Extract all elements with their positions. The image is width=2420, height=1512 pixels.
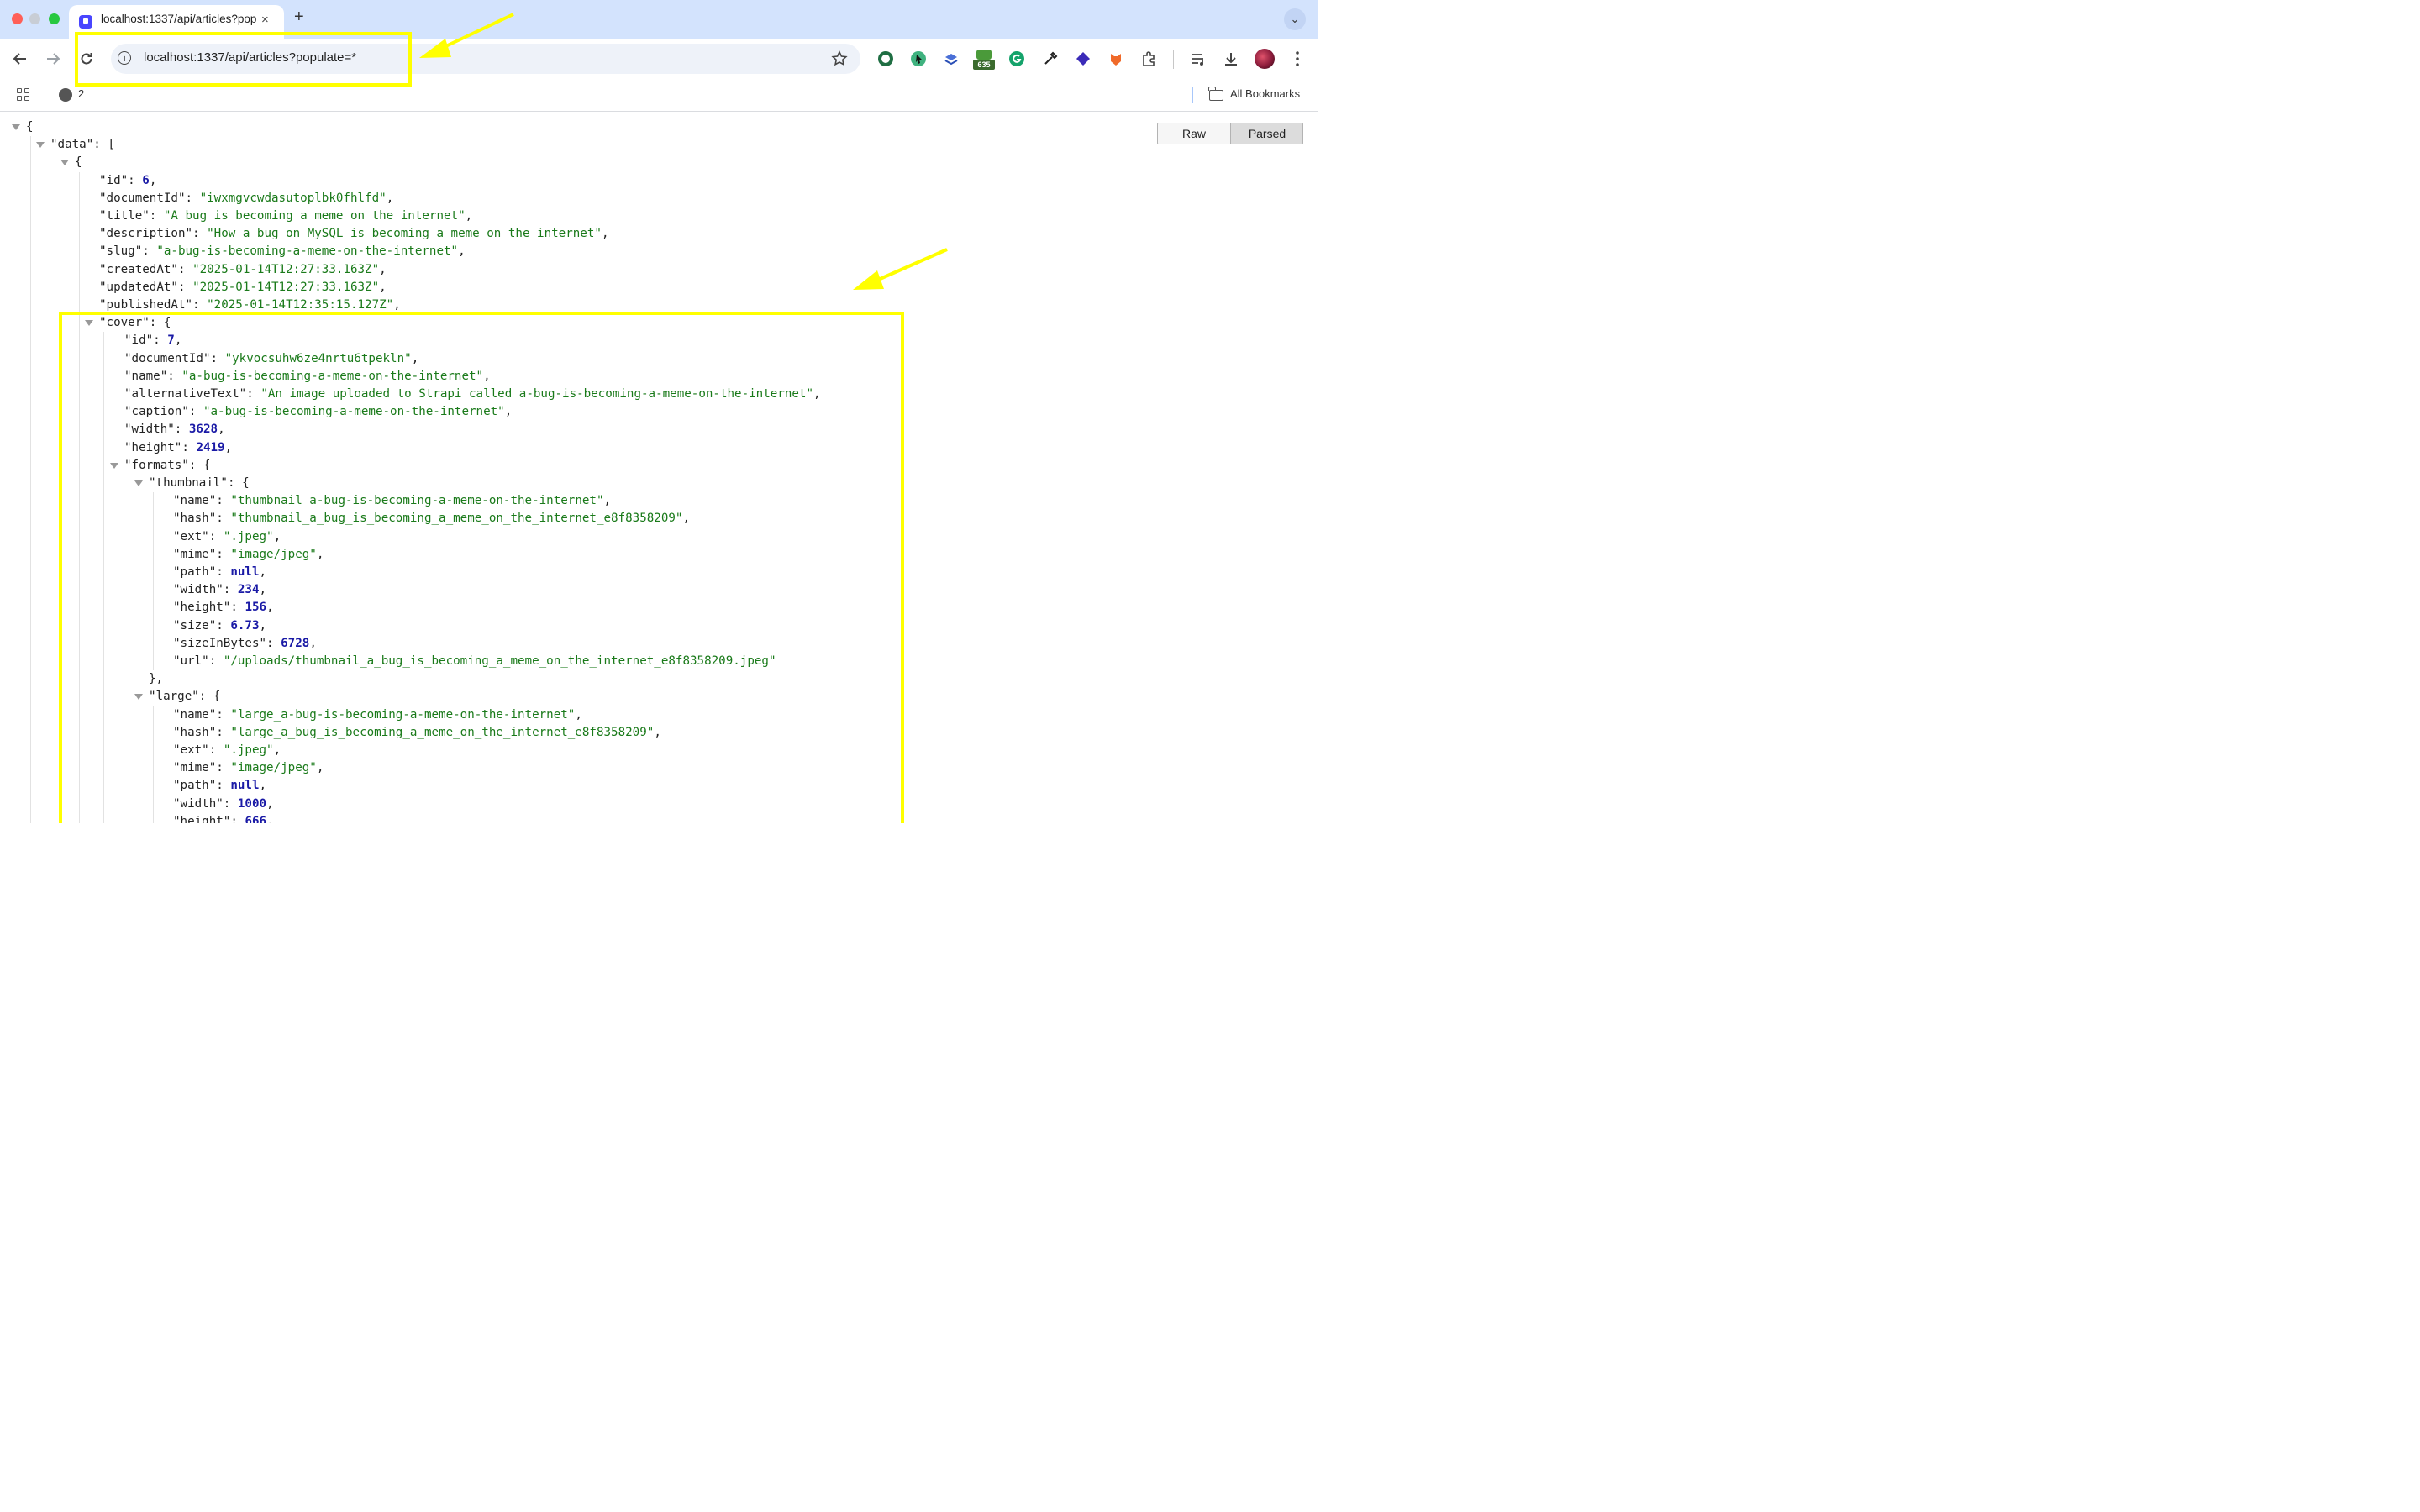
json-comma: ,: [379, 280, 387, 294]
json-line: "title": "A bug is becoming a meme on th…: [99, 207, 472, 225]
download-icon[interactable]: [1223, 50, 1239, 67]
json-colon: :: [177, 262, 193, 276]
extension-grammar-icon[interactable]: [877, 50, 894, 67]
tab-close-icon[interactable]: ×: [261, 13, 269, 27]
extension-diamond-icon[interactable]: [1075, 50, 1092, 67]
extension-fox-icon[interactable]: [1107, 50, 1124, 67]
json-line: {: [75, 154, 82, 171]
json-value: [: [108, 138, 115, 152]
json-value: 6: [142, 173, 150, 187]
globe-icon[interactable]: [59, 88, 72, 102]
all-bookmarks-link[interactable]: All Bookmarks: [1230, 87, 1300, 100]
json-key: "slug": [99, 244, 143, 259]
json-line: "id": 6,: [99, 172, 156, 190]
reading-list-icon[interactable]: [1190, 50, 1207, 67]
collapse-toggle-icon[interactable]: [36, 142, 45, 149]
json-key: "description": [99, 227, 193, 241]
forward-arrow-icon[interactable]: [45, 50, 61, 67]
json-comma: ,: [149, 173, 157, 187]
browser-window: localhost:1337/api/articles?populate=* ×…: [0, 0, 1318, 823]
bookmarks-divider-right: [1192, 87, 1193, 103]
cover-highlight-box: [59, 312, 904, 823]
json-line: "description": "How a bug on MySQL is be…: [99, 225, 608, 243]
json-value: "2025-01-14T12:27:33.163Z": [192, 262, 380, 276]
json-comma: ,: [458, 244, 466, 259]
json-colon: :: [93, 138, 108, 152]
extension-cursor-icon[interactable]: [910, 50, 927, 67]
json-colon: :: [185, 191, 200, 205]
json-colon: :: [177, 280, 193, 294]
json-line: "documentId": "iwxmgvcwdasutoplbk0fhlfd"…: [99, 190, 393, 207]
json-key: "id": [99, 173, 129, 187]
json-value: "iwxmgvcwdasutoplbk0fhlfd": [199, 191, 387, 205]
tab-search-button[interactable]: ⌄: [1284, 8, 1306, 30]
json-value: "2025-01-14T12:27:33.163Z": [192, 280, 380, 294]
bookmark-star-icon[interactable]: [831, 50, 848, 67]
json-value: "a-bug-is-becoming-a-meme-on-the-interne…: [156, 244, 459, 259]
json-value: "2025-01-14T12:35:15.127Z": [207, 298, 394, 312]
new-tab-button[interactable]: +: [294, 8, 304, 27]
json-colon: :: [128, 173, 143, 187]
json-value: "A bug is becoming a meme on the interne…: [163, 209, 466, 223]
folder-icon[interactable]: [1208, 87, 1223, 101]
json-key: "publishedAt": [99, 298, 193, 312]
view-mode-toggle: Raw Parsed: [1157, 123, 1303, 144]
json-comma: ,: [379, 262, 387, 276]
grammarly-icon[interactable]: [1008, 50, 1025, 67]
json-line: "createdAt": "2025-01-14T12:27:33.163Z",: [99, 261, 387, 279]
extension-layers-icon[interactable]: [943, 50, 960, 67]
json-line: {: [26, 118, 34, 136]
strapi-favicon-icon: [79, 15, 92, 29]
tab-group-count[interactable]: 2: [78, 87, 84, 100]
more-menu-icon[interactable]: [1291, 50, 1304, 67]
maximize-window-button[interactable]: [49, 13, 60, 24]
json-key: "updatedAt": [99, 280, 178, 294]
indent-guide: [30, 136, 31, 823]
extension-badge: 635: [973, 60, 995, 70]
json-line: "slug": "a-bug-is-becoming-a-meme-on-the…: [99, 243, 466, 260]
close-window-button[interactable]: [12, 13, 23, 24]
url-highlight-box: [75, 32, 412, 87]
color-picker-icon[interactable]: [1042, 50, 1059, 67]
collapse-toggle-icon[interactable]: [12, 124, 20, 130]
minimize-window-button[interactable]: [29, 13, 40, 24]
json-key: {: [26, 120, 34, 134]
json-comma: ,: [393, 298, 401, 312]
json-key: "createdAt": [99, 262, 178, 276]
back-arrow-icon[interactable]: [12, 50, 29, 67]
json-key: {: [75, 155, 82, 170]
json-key: "title": [99, 209, 150, 223]
json-colon: :: [142, 244, 157, 259]
json-key: "data": [50, 138, 94, 152]
apps-grid-icon[interactable]: [17, 88, 30, 102]
profile-avatar[interactable]: [1255, 49, 1275, 69]
json-line: "updatedAt": "2025-01-14T12:27:33.163Z",: [99, 279, 387, 297]
json-colon: :: [192, 298, 208, 312]
json-colon: :: [149, 209, 164, 223]
json-comma: ,: [601, 227, 609, 241]
collapse-toggle-icon[interactable]: [60, 160, 69, 166]
extensions-puzzle-icon[interactable]: [1140, 50, 1157, 67]
json-line: "data": [: [50, 136, 115, 154]
json-comma: ,: [386, 191, 394, 205]
json-comma: ,: [465, 209, 473, 223]
json-value: "How a bug on MySQL is becoming a meme o…: [207, 227, 602, 241]
toolbar-divider: [1173, 50, 1174, 69]
json-colon: :: [192, 227, 208, 241]
parsed-view-button[interactable]: Parsed: [1231, 123, 1302, 144]
tab-title: localhost:1337/api/articles?populate=*: [101, 13, 256, 25]
json-key: "documentId": [99, 191, 186, 205]
raw-view-button[interactable]: Raw: [1158, 123, 1231, 144]
